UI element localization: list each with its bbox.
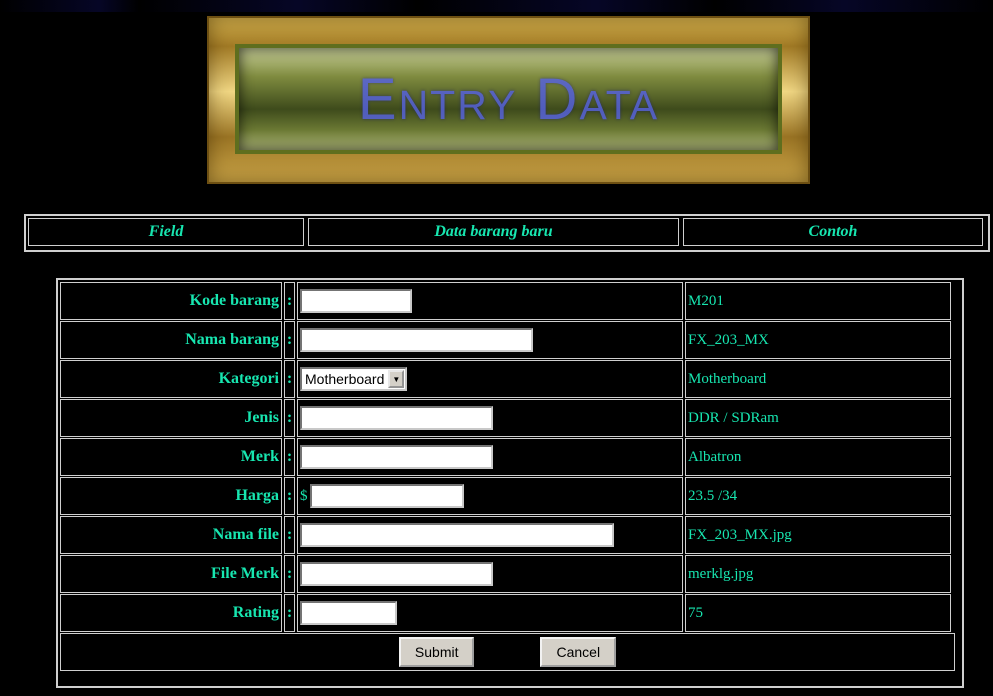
input-cell: [297, 399, 683, 437]
form-row-harga: Harga : $ 23.5 /34: [60, 477, 961, 515]
input-cell: [297, 516, 683, 554]
submit-button[interactable]: Submit: [398, 637, 475, 667]
currency-symbol: $: [300, 487, 308, 504]
form-row-jenis: Jenis : DDR / SDRam: [60, 399, 961, 437]
banner-title: Entry Data: [357, 66, 660, 132]
input-cell: [297, 282, 683, 320]
header-data: Data barang baru: [308, 218, 679, 246]
form-row-kode-barang: Kode barang : M201: [60, 282, 961, 320]
rating-input[interactable]: [300, 601, 397, 625]
input-cell: [297, 321, 683, 359]
colon: :: [284, 399, 295, 437]
label-jenis: Jenis: [60, 399, 282, 437]
colon: :: [284, 516, 295, 554]
label-merk: Merk: [60, 438, 282, 476]
header-example: Contoh: [683, 218, 983, 246]
example-rating: 75: [685, 594, 951, 632]
entry-form: Kode barang : M201 Nama barang : FX_203_…: [56, 278, 964, 688]
banner-frame: Entry Data: [207, 16, 810, 184]
colon: :: [284, 438, 295, 476]
label-nama-file: Nama file: [60, 516, 282, 554]
form-row-buttons: Submit Cancel: [60, 633, 961, 671]
kode-barang-input[interactable]: [300, 289, 412, 313]
example-kode-barang: M201: [685, 282, 951, 320]
colon: :: [284, 282, 295, 320]
nama-barang-input[interactable]: [300, 328, 533, 352]
input-cell: [297, 555, 683, 593]
banner-plate: Entry Data: [235, 44, 782, 154]
label-nama-barang: Nama barang: [60, 321, 282, 359]
example-jenis: DDR / SDRam: [685, 399, 951, 437]
chevron-down-icon[interactable]: ▼: [388, 370, 405, 388]
example-file-merk: merklg.jpg: [685, 555, 951, 593]
input-cell: [297, 438, 683, 476]
label-rating: Rating: [60, 594, 282, 632]
button-cell: Submit Cancel: [60, 633, 955, 671]
merk-input[interactable]: [300, 445, 493, 469]
harga-input[interactable]: [309, 484, 464, 508]
header-table: Field Data barang baru Contoh: [24, 214, 990, 252]
example-kategori: Motherboard: [685, 360, 951, 398]
header-field: Field: [28, 218, 304, 246]
label-harga: Harga: [60, 477, 282, 515]
colon: :: [284, 321, 295, 359]
colon: :: [284, 477, 295, 515]
colon: :: [284, 555, 295, 593]
label-kategori: Kategori: [60, 360, 282, 398]
input-cell: Motherboard ▼: [297, 360, 683, 398]
kategori-selected-value: Motherboard: [305, 371, 385, 387]
form-row-merk: Merk : Albatron: [60, 438, 961, 476]
form-row-file-merk: File Merk : merklg.jpg: [60, 555, 961, 593]
input-cell: $: [297, 477, 683, 515]
form-row-rating: Rating : 75: [60, 594, 961, 632]
form-row-nama-file: Nama file : FX_203_MX.jpg: [60, 516, 961, 554]
colon: :: [284, 360, 295, 398]
label-file-merk: File Merk: [60, 555, 282, 593]
example-nama-file: FX_203_MX.jpg: [685, 516, 951, 554]
form-row-nama-barang: Nama barang : FX_203_MX: [60, 321, 961, 359]
colon: :: [284, 594, 295, 632]
nama-file-input[interactable]: [300, 523, 614, 547]
file-merk-input[interactable]: [300, 562, 493, 586]
label-kode-barang: Kode barang: [60, 282, 282, 320]
top-decor-strip: [0, 0, 993, 12]
input-cell: [297, 594, 683, 632]
example-harga: 23.5 /34: [685, 477, 951, 515]
form-row-kategori: Kategori : Motherboard ▼ Motherboard: [60, 360, 961, 398]
jenis-input[interactable]: [300, 406, 493, 430]
cancel-button[interactable]: Cancel: [540, 637, 617, 667]
example-nama-barang: FX_203_MX: [685, 321, 951, 359]
kategori-select[interactable]: Motherboard ▼: [300, 367, 408, 391]
example-merk: Albatron: [685, 438, 951, 476]
